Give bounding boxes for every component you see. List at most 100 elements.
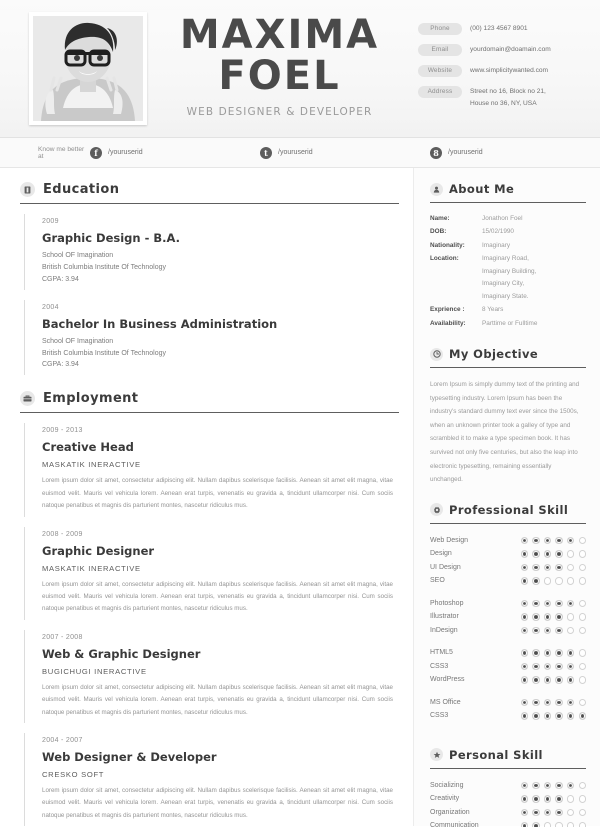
contact-value: www.simplicitywanted.com <box>470 65 548 77</box>
rating-dot-empty <box>578 536 586 545</box>
about-value-line: Imaginary State. <box>482 292 529 300</box>
rating-dot-empty <box>543 822 552 827</box>
entry-year: 2004 <box>42 303 59 311</box>
entry-detail-line: British Columbia Institute Of Technology <box>42 263 166 271</box>
rating-dot-filled <box>543 599 552 608</box>
rating-dot-filled <box>520 662 529 671</box>
employment-title: Employment <box>43 391 139 407</box>
objective-title: My Objective <box>449 347 539 362</box>
entry-detail-line: CGPA: 3.94 <box>42 361 79 369</box>
entry-title: Web Designer & Developer <box>42 750 217 764</box>
twitter-icon[interactable]: t <box>260 146 272 159</box>
personal-skill-title: Personal Skill <box>449 747 543 762</box>
rating-dot-filled <box>543 662 552 671</box>
personal-skill-row: Communication <box>430 819 586 827</box>
social-handle[interactable]: /youruserid <box>448 149 483 156</box>
entry-year: 2004 - 2007 <box>42 737 83 744</box>
entry-organization: BUGICHUGI INERACTIVE <box>42 666 147 676</box>
rating-dot-filled <box>532 698 540 707</box>
about-value-line: 15/02/1990 <box>482 228 514 236</box>
skill-group: Photoshop Illustrator InDesign <box>430 597 586 638</box>
entry-year: 2009 - 2013 <box>42 427 83 435</box>
rating-dot-filled <box>520 550 529 558</box>
entry-organization: MASKATIK INERACTIVE <box>42 460 141 470</box>
rating-dot-filled <box>543 712 552 720</box>
skill-rating <box>520 662 586 671</box>
rating-dot-empty <box>567 626 575 635</box>
about-title: About Me <box>449 182 515 196</box>
contact-label: Phone <box>418 22 462 35</box>
avatar <box>29 12 147 125</box>
about-row: Location: Imaginary Road, Imaginary Buildi… <box>430 253 586 303</box>
about-value-line: Imaginary <box>482 241 511 249</box>
rating-dot-filled <box>567 649 575 657</box>
skill-name: Illustrator <box>430 613 459 621</box>
personal-skill-row: Creativity <box>430 792 586 806</box>
rating-dot-filled <box>555 781 563 790</box>
facebook-icon[interactable]: f <box>90 146 102 159</box>
about-value: Parttime or Fulltime <box>482 318 537 330</box>
social-link-facebook[interactable]: f/youruserid <box>90 146 260 159</box>
rating-dot-empty <box>578 649 586 657</box>
rating-dot-empty <box>578 698 586 707</box>
rating-dot-empty <box>567 577 575 585</box>
rating-dot-filled <box>543 808 552 817</box>
rating-dot-filled <box>532 613 540 621</box>
contact-value-line: (00) 123 4567 8901 <box>470 24 528 32</box>
rating-dot-filled <box>567 698 575 707</box>
skill-name: Design <box>430 550 452 558</box>
personal-skill-row: Organization <box>430 806 586 820</box>
social-handle[interactable]: /youruserid <box>278 149 313 156</box>
skill-rating <box>520 599 586 608</box>
rating-dot-empty <box>578 613 586 621</box>
rating-dot-filled <box>555 676 563 684</box>
entry-description: Lorem ipsum dolor sit amet, consectetur … <box>42 787 393 819</box>
skill-rating <box>520 822 586 827</box>
professional-skill-row: CSS3 <box>430 709 586 723</box>
entry-description: Lorem ipsum dolor sit amet, consectetur … <box>42 683 393 716</box>
social-link-google-plus[interactable]: 8/youruserid <box>430 146 600 159</box>
contact-label: Email <box>418 43 462 56</box>
skill-rating <box>520 795 586 803</box>
contact-row: Email yourdomain@doamain.com <box>418 43 586 56</box>
contact-value-line: Street no 16, Block no 21, <box>470 87 546 95</box>
rating-dot-filled <box>543 536 552 545</box>
rating-dot-empty <box>567 613 575 621</box>
entry-year: 2009 <box>42 218 59 225</box>
skill-name: Organization <box>430 808 470 816</box>
about-key: Availability: <box>430 319 466 327</box>
rating-dot-empty <box>555 577 563 585</box>
personal-skill-row: Socializing <box>430 779 586 793</box>
rating-dot-filled <box>532 536 540 545</box>
google-plus-icon[interactable]: 8 <box>430 146 442 159</box>
rating-dot-filled <box>520 795 529 803</box>
rating-dot-filled <box>543 550 552 558</box>
social-link-twitter[interactable]: t/youruserid <box>260 146 430 159</box>
portrait-illustration <box>33 16 143 121</box>
rating-dot-filled <box>532 550 540 558</box>
employment-header: Employment <box>20 391 399 414</box>
objective-text: Lorem Ipsum is simply dummy text of the … <box>430 381 580 484</box>
social-handle[interactable]: /youruserid <box>108 149 143 156</box>
about-value-line: Imaginary Road, <box>482 255 529 263</box>
about-rows: Name: Jonathon Foel DOB: 15/02/1990 National… <box>430 213 586 330</box>
rating-dot-empty <box>555 822 563 827</box>
skill-name: Photoshop <box>430 599 464 607</box>
personal-skill-header: Personal Skill <box>430 748 586 769</box>
skill-rating <box>520 676 586 684</box>
skill-name: CSS3 <box>430 712 449 720</box>
skill-group: HTML5 CSS3 WordPress <box>430 646 586 687</box>
professional-skill-title: Professional Skill <box>449 502 569 517</box>
entry-detail-line: School OF Imagination <box>42 337 114 345</box>
rating-dot-filled <box>532 676 540 684</box>
star-icon <box>430 748 443 762</box>
professional-skill-row: Web Design <box>430 534 586 548</box>
entry-title: Graphic Designer <box>42 543 155 558</box>
rating-dot-filled <box>543 649 552 657</box>
rating-dot-filled <box>532 795 540 803</box>
professional-skill-row: Photoshop <box>430 597 586 611</box>
clock-icon <box>430 347 443 361</box>
rating-dot-empty <box>567 795 575 803</box>
entry-details: School OF Imagination British Columbia In… <box>42 336 399 372</box>
skill-rating <box>520 808 586 817</box>
